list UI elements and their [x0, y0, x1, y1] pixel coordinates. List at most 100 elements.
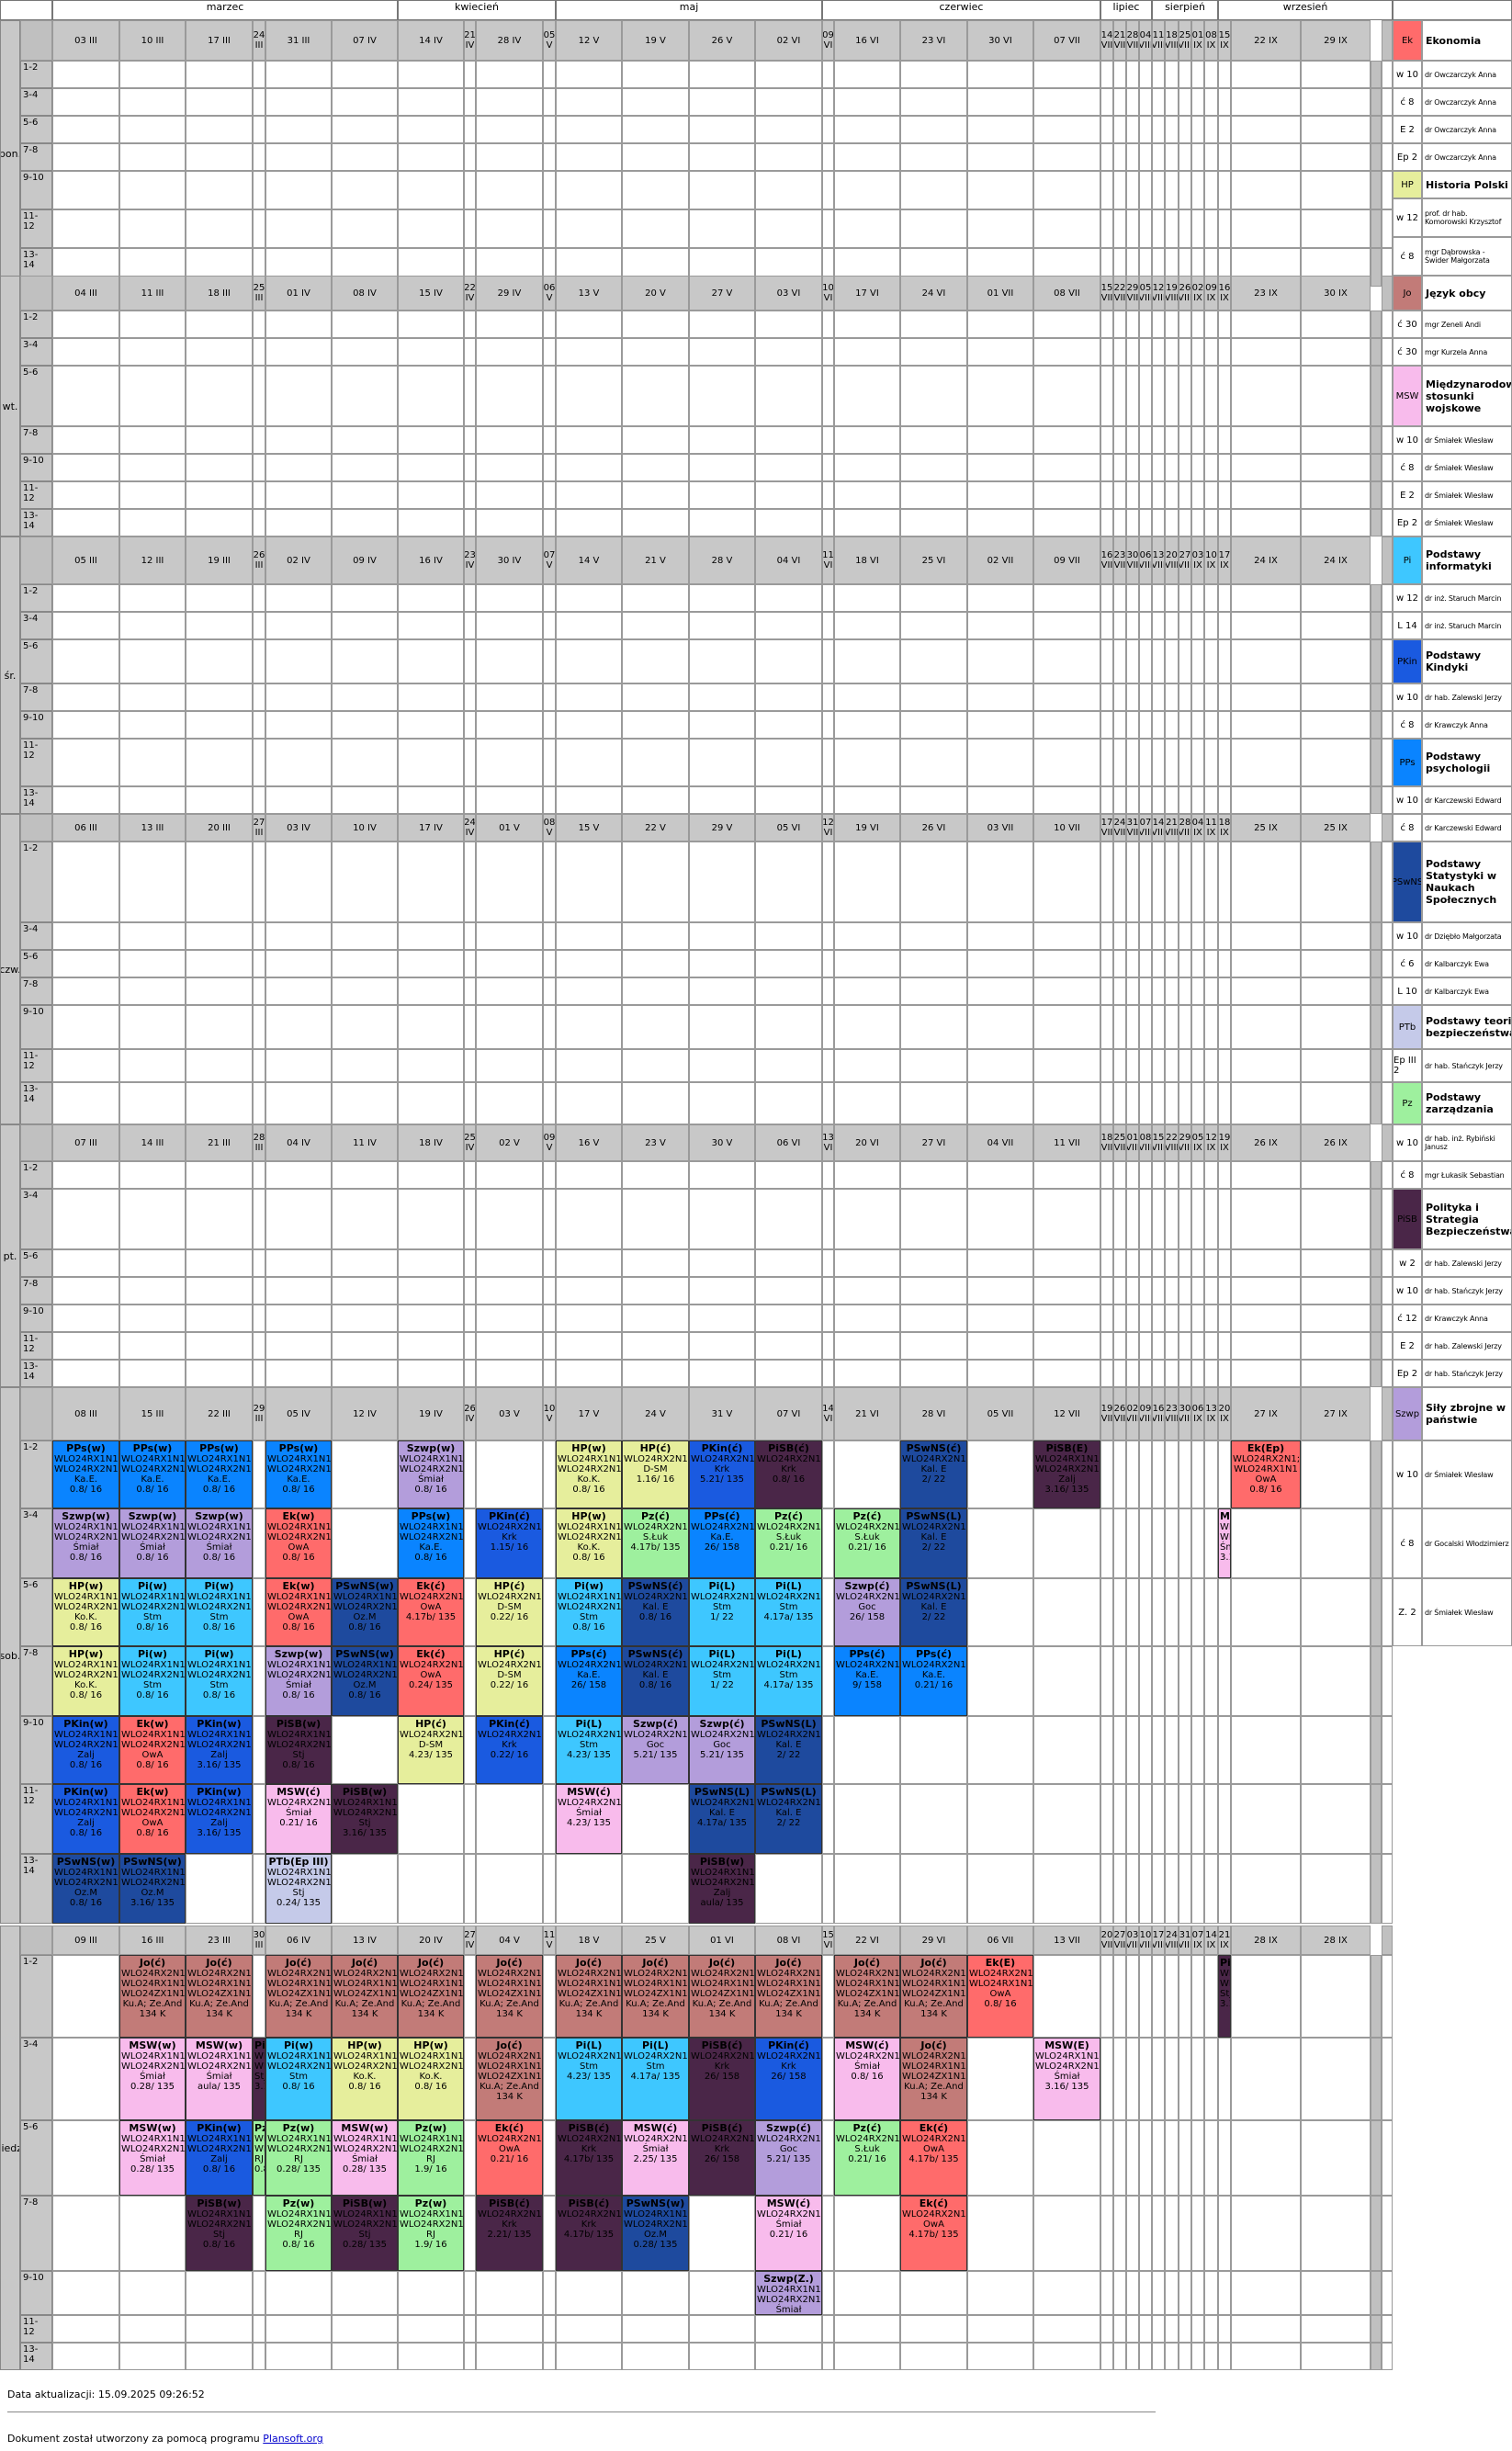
- class-block[interactable]: PSwNS(w) WLO24RX1N1; WLO24RX2N1 Oz.M 0.28/ 1…: [622, 2196, 689, 2271]
- class-block[interactable]: MSW(w) WLO24RX1N1; WLO24RX2N1 Śmiał 0.28/ 13…: [332, 2120, 398, 2196]
- class-block[interactable]: Pi(w) WLO24RX1N1; WLO24RX2N1 Stm 0.8/ 16: [265, 2038, 332, 2120]
- class-block[interactable]: HP(ć) WLO24RX2N1 D-SM 4.23/ 135: [398, 1716, 464, 1784]
- class-block[interactable]: PKin(w) WLO24RX1N1; WLO24RX2N1 Zalj 0.8/ 16: [52, 1716, 119, 1784]
- class-block[interactable]: Jo(ć) WLO24RX2N1; WLO24RX1N1; WLO24ZX1N1 Ku.…: [265, 1955, 332, 2038]
- class-block[interactable]: Szwp(w) WLO24RX1N1; WLO24RX2N1 Śmiał 0.8/ 16: [119, 1508, 186, 1578]
- class-block[interactable]: Ek(E) WLO24RX2N1; WLO24RX1N1 OwA 0.8/ 16: [967, 1955, 1033, 2038]
- class-block[interactable]: PSwNS(L) WLO24RX2N1 Kal. E 2/ 22: [755, 1716, 822, 1784]
- class-block[interactable]: PKin(ć) WLO24RX2N1 Krk 0.22/ 16: [476, 1716, 543, 1784]
- class-block[interactable]: MSW(ć) WLO24RX2N1 Śmiał 4.23/ 135: [556, 1784, 622, 1854]
- class-block[interactable]: PPs(w) WLO24RX1N1; WLO24RX2N1 Ka.E. 0.8/ 16: [119, 1440, 186, 1508]
- class-block[interactable]: Ek(w) WLO24RX1N1; WLO24RX2N1 OwA 0.8/ 16: [265, 1508, 332, 1578]
- class-block[interactable]: Pi(L) WLO24RX2N1 Stm 1/ 22: [689, 1578, 755, 1646]
- class-block[interactable]: PSwNS(ć) WLO24RX2N1 Kal. E 0.8/ 16: [622, 1578, 689, 1646]
- class-block[interactable]: PPs(w) WLO24RX1N1; WLO24RX2N1 Ka.E. 0.8/ 16: [398, 1508, 464, 1578]
- class-block[interactable]: MSW(ć) WLO24RX2N1 Śmiał 0.8/ 16: [834, 2038, 900, 2120]
- class-block[interactable]: Jo(ć) WLO24RX2N1; WLO24RX1N1; WLO24ZX1N1 Ku.…: [398, 1955, 464, 2038]
- class-block[interactable]: PKin(w) WLO24RX1N1; WLO24RX2N1 Zalj 3.16/ 13…: [186, 1716, 253, 1784]
- class-block[interactable]: Szwp(ć) WLO24RX2N1 Goc 5.21/ 135: [689, 1716, 755, 1784]
- class-block[interactable]: PiSB(Ep)WLO24RX1N1;WLO24RX2N1Stj3.16/ 13…: [1218, 1955, 1231, 2038]
- class-block[interactable]: PPs(w) WLO24RX1N1; WLO24RX2N1 Ka.E. 0.8/ 16: [186, 1440, 253, 1508]
- class-block[interactable]: Pz(ć) WLO24RX2N1 S.Łuk 0.21/ 16: [834, 2120, 900, 2196]
- class-block[interactable]: PSwNS(w) WLO24RX1N1; WLO24RX2N1 Oz.M 3.16/ 1…: [119, 1854, 186, 1924]
- class-block[interactable]: PiSB(ć) WLO24RX2N1 Krk 2.21/ 135: [476, 2196, 543, 2271]
- class-block[interactable]: Ek(w) WLO24RX1N1; WLO24RX2N1 OwA 0.8/ 16: [119, 1716, 186, 1784]
- class-block[interactable]: Ek(ć) WLO24RX2N1 OwA 0.24/ 135: [398, 1646, 464, 1716]
- class-block[interactable]: Ek(w) WLO24RX1N1; WLO24RX2N1 OwA 0.8/ 16: [265, 1578, 332, 1646]
- class-block[interactable]: HP(w) WLO24RX1N1; WLO24RX2N1 Ko.K. 0.8/ 16: [332, 2038, 398, 2120]
- class-block[interactable]: Szwp(w) WLO24RX1N1; WLO24RX2N1 Śmiał 0.8/ 16: [186, 1508, 253, 1578]
- class-block[interactable]: Pi(L) WLO24RX2N1 Stm 4.23/ 135: [556, 1716, 622, 1784]
- class-block[interactable]: Pz(w)WLO24RX1N1;WLO24RX2N1RJ0.8/ 16: [265, 2196, 332, 2271]
- class-block[interactable]: PPs(ć) WLO24RX2N1 Ka.E. 9/ 158: [834, 1646, 900, 1716]
- class-block[interactable]: PPs(w) WLO24RX1N1; WLO24RX2N1 Ka.E. 0.8/ 16: [265, 1440, 332, 1508]
- class-block[interactable]: Ek(ć) WLO24RX2N1 OwA 4.17b/ 135: [900, 2120, 967, 2196]
- class-block[interactable]: PiSB(ć) WLO24RX2N1 Krk 0.8/ 16: [755, 1440, 822, 1508]
- class-block[interactable]: PKin(w) WLO24RX1N1; WLO24RX2N1 Zalj 3.16/ 13…: [186, 1784, 253, 1854]
- class-block[interactable]: HP(w) WLO24RX1N1; WLO24RX2N1 Ko.K. 0.8/ 16: [556, 1508, 622, 1578]
- class-block[interactable]: PPs(ć) WLO24RX2N1 Ka.E. 26/ 158: [689, 1508, 755, 1578]
- class-block[interactable]: MSW(w) WLO24RX1N1; WLO24RX2N1 Śmiał 0.28/ 13…: [119, 2120, 186, 2196]
- class-block[interactable]: PiSB(ć) WLO24RX2N1 Krk 26/ 158: [689, 2120, 755, 2196]
- class-block[interactable]: Ek(ć) WLO24RX2N1 OwA 0.21/ 16: [476, 2120, 543, 2196]
- class-block[interactable]: Pi(L) WLO24RX2N1 Stm 4.17a/ 135: [622, 2038, 689, 2120]
- class-block[interactable]: MSW(E) WLO24RX1N1; WLO24RX2N1 Śmiał 3.16/ 13…: [1033, 2038, 1100, 2120]
- class-block[interactable]: PiSB(w)WLO24RX1N1;WLO24RX2N1Stj3.16/ 135: [253, 2038, 265, 2120]
- class-block[interactable]: Jo(ć) WLO24RX2N1; WLO24RX1N1; WLO24ZX1N1 Ku.…: [900, 2038, 967, 2120]
- class-block[interactable]: PiSB(ć) WLO24RX2N1 Krk 26/ 158: [689, 2038, 755, 2120]
- class-block[interactable]: HP(w) WLO24RX1N1; WLO24RX2N1 Ko.K. 0.8/ 16: [556, 1440, 622, 1508]
- class-block[interactable]: PSwNS(L) WLO24RX2N1 Kal. E 2/ 22: [900, 1508, 967, 1578]
- class-block[interactable]: HP(ć) WLO24RX2N1 D-SM 0.22/ 16: [476, 1578, 543, 1646]
- class-block[interactable]: Jo(ć) WLO24RX2N1; WLO24RX1N1; WLO24ZX1N1 Ku.…: [476, 2038, 543, 2120]
- class-block[interactable]: Ek(ć) WLO24RX2N1 OwA 4.17b/ 135: [398, 1578, 464, 1646]
- class-block[interactable]: HP(w) WLO24RX1N1; WLO24RX2N1 Ko.K. 0.8/ 16: [398, 2038, 464, 2120]
- class-block[interactable]: Szwp(w) WLO24RX1N1; WLO24RX2N1 Śmiał 0.8/ 16: [398, 1440, 464, 1508]
- class-block[interactable]: Szwp(Z.)WLO24RX1N1;WLO24RX2N1Śmiał3.16/ …: [755, 2271, 822, 2315]
- class-block[interactable]: Pz(w) WLO24RX1N1; WLO24RX2N1 RJ 1.9/ 16: [398, 2196, 464, 2271]
- class-block[interactable]: PiSB(w) WLO24RX1N1; WLO24RX2N1 Zalj aula/ 13…: [689, 1854, 755, 1924]
- class-block[interactable]: PSwNS(L) WLO24RX2N1 Kal. E 4.17a/ 135: [689, 1784, 755, 1854]
- class-block[interactable]: Jo(ć) WLO24RX2N1; WLO24RX1N1; WLO24ZX1N1 Ku.…: [556, 1955, 622, 2038]
- class-block[interactable]: HP(w) WLO24RX1N1; WLO24RX2N1 Ko.K. 0.8/ 16: [52, 1646, 119, 1716]
- class-block[interactable]: HP(ć) WLO24RX2N1 D-SM 0.22/ 16: [476, 1646, 543, 1716]
- class-block[interactable]: Pi(L) WLO24RX2N1 Stm 4.17a/ 135: [755, 1646, 822, 1716]
- class-block[interactable]: Pi(L) WLO24RX2N1 Stm 4.17a/ 135: [755, 1578, 822, 1646]
- class-block[interactable]: PiSB(w) WLO24RX1N1; WLO24RX2N1 Stj 0.28/ 135: [332, 2196, 398, 2271]
- class-block[interactable]: Szwp(ć) WLO24RX2N1 Goc 5.21/ 135: [622, 1716, 689, 1784]
- class-block[interactable]: Pz(w) WLO24RX1N1; WLO24RX2N1 RJ 1.9/ 16: [398, 2120, 464, 2196]
- class-block[interactable]: Pz(ć) WLO24RX2N1 S.Łuk 4.17b/ 135: [622, 1508, 689, 1578]
- class-block[interactable]: PPs(ć) WLO24RX2N1 Ka.E. 26/ 158: [556, 1646, 622, 1716]
- plansoft-link[interactable]: Plansoft.org: [263, 2433, 322, 2445]
- class-block[interactable]: PKin(w) WLO24RX1N1; WLO24RX2N1 Zalj 0.8/ 16: [186, 2120, 253, 2196]
- class-block[interactable]: PSwNS(w) WLO24RX1N1; WLO24RX2N1 Oz.M 0.8/ 16: [332, 1646, 398, 1716]
- class-block[interactable]: Pi(w) WLO24RX1N1; WLO24RX2N1 Stm 0.8/ 16: [186, 1646, 253, 1716]
- class-block[interactable]: PPs(ć) WLO24RX2N1 Ka.E. 0.21/ 16: [900, 1646, 967, 1716]
- class-block[interactable]: Pi(w) WLO24RX1N1; WLO24RX2N1 Stm 0.8/ 16: [556, 1578, 622, 1646]
- class-block[interactable]: MSW(ć) WLO24RX2N1 Śmiał 0.21/ 16: [265, 1784, 332, 1854]
- class-block[interactable]: Pi(w) WLO24RX1N1; WLO24RX2N1 Stm 0.8/ 16: [119, 1646, 186, 1716]
- class-block[interactable]: MSW(w) WLO24RX1N1; WLO24RX2N1 Śmiał 0.28/ 13…: [119, 2038, 186, 2120]
- class-block[interactable]: Jo(ć) WLO24RX2N1; WLO24RX1N1; WLO24ZX1N1 Ku.…: [755, 1955, 822, 2038]
- class-block[interactable]: Jo(ć) WLO24RX2N1; WLO24RX1N1; WLO24ZX1N1 Ku.…: [332, 1955, 398, 2038]
- class-block[interactable]: Pi(w) WLO24RX1N1; WLO24RX2N1 Stm 0.8/ 16: [186, 1578, 253, 1646]
- class-block[interactable]: PiSB(w)WLO24RX1N1;WLO24RX2N1Stj3.16/ 135: [332, 1784, 398, 1854]
- class-block[interactable]: Pi(w) WLO24RX1N1; WLO24RX2N1 Stm 0.8/ 16: [119, 1578, 186, 1646]
- class-block[interactable]: Pi(L) WLO24RX2N1 Stm 1/ 22: [689, 1646, 755, 1716]
- class-block[interactable]: Pz(w)WLO24RX1N1;WLO24RX2N1RJ0.8/ 16: [253, 2120, 265, 2196]
- class-block[interactable]: Pz(w) WLO24RX1N1; WLO24RX2N1 RJ 0.28/ 135: [265, 2120, 332, 2196]
- class-block[interactable]: PiSB(E) WLO24RX1N1; WLO24RX2N1 Zalj 3.16/ 13…: [1033, 1440, 1100, 1508]
- class-block[interactable]: PKin(ć) WLO24RX2N1 Krk 26/ 158: [755, 2038, 822, 2120]
- class-block[interactable]: HP(w) WLO24RX1N1; WLO24RX2N1 Ko.K. 0.8/ 16: [52, 1578, 119, 1646]
- class-block[interactable]: MSW(w) WLO24RX1N1; WLO24RX2N1 Śmiał aula/ 13…: [186, 2038, 253, 2120]
- class-block[interactable]: PSwNS(w) WLO24RX1N1; WLO24RX2N1 Oz.M 0.8/ 16: [332, 1578, 398, 1646]
- class-block[interactable]: Jo(ć) WLO24RX2N1; WLO24RX1N1; WLO24ZX1N1 Ku.…: [689, 1955, 755, 2038]
- class-block[interactable]: MSW(ć) WLO24RX2N1 Śmiał 2.25/ 135: [622, 2120, 689, 2196]
- class-block[interactable]: Jo(ć) WLO24RX2N1; WLO24RX1N1; WLO24ZX1N1 Ku.…: [622, 1955, 689, 2038]
- class-block[interactable]: Jo(ć) WLO24RX2N1; WLO24RX1N1; WLO24ZX1N1 Ku.…: [834, 1955, 900, 2038]
- class-block[interactable]: Pi(L) WLO24RX2N1 Stm 4.23/ 135: [556, 2038, 622, 2120]
- class-block[interactable]: MSW(ć) WLO24RX2N1 Śmiał 0.21/ 16: [755, 2196, 822, 2271]
- class-block[interactable]: Ek(w) WLO24RX1N1; WLO24RX2N1 OwA 0.8/ 16: [119, 1784, 186, 1854]
- class-block[interactable]: Pz(ć) WLO24RX2N1 S.Łuk 0.21/ 16: [834, 1508, 900, 1578]
- class-block[interactable]: PKin(w) WLO24RX1N1; WLO24RX2N1 Zalj 0.8/ 16: [52, 1784, 119, 1854]
- class-block[interactable]: PiSB(ć) WLO24RX2N1 Krk 4.17b/ 135: [556, 2196, 622, 2271]
